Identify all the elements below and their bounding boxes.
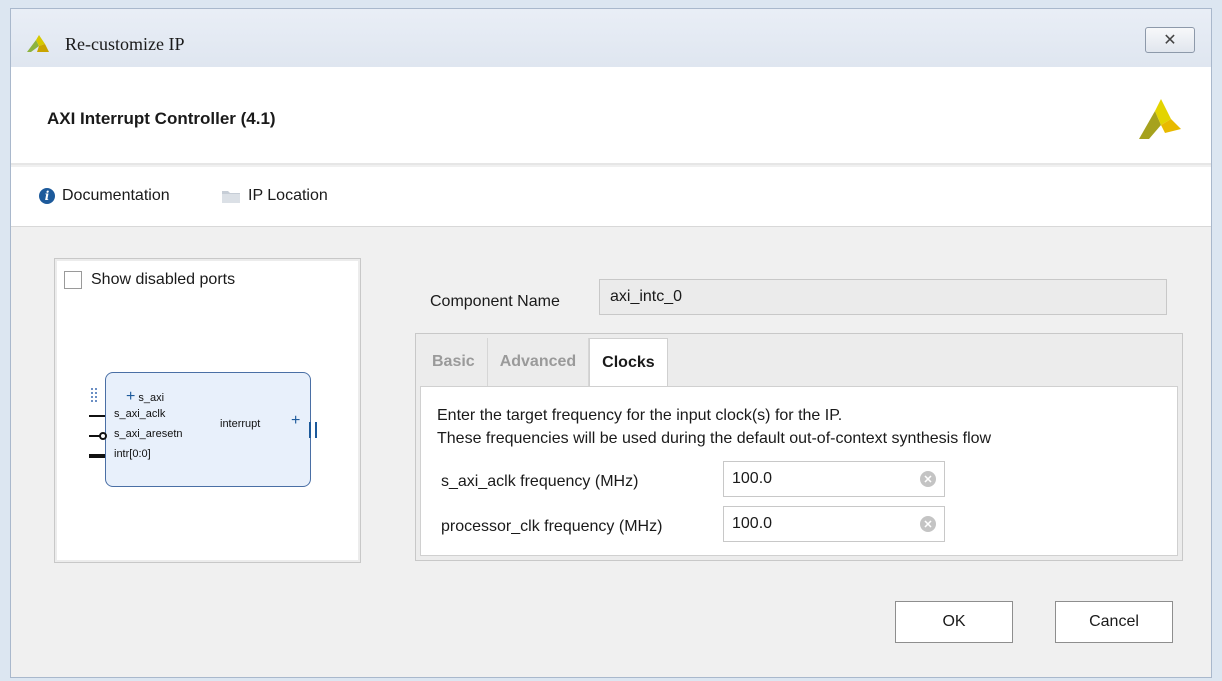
clear-icon[interactable]: ✕ <box>920 471 936 487</box>
intr-stub <box>89 454 105 458</box>
port-intr: intr[0:0] <box>114 448 151 460</box>
s-axi-aclk-frequency-label: s_axi_aclk frequency (MHz) <box>441 473 639 490</box>
close-icon: ✕ <box>1163 32 1177 49</box>
port-s-axi-aresetn: s_axi_aresetn <box>114 428 183 440</box>
config-tab-panel: Basic Advanced Clocks Enter the target f… <box>415 333 1183 561</box>
documentation-label: Documentation <box>62 187 170 204</box>
clocks-description-line1: Enter the target frequency for the input… <box>437 407 843 424</box>
checkbox-box[interactable] <box>64 271 82 289</box>
interrupt-bus-stub-icon <box>309 422 317 438</box>
ip-location-link[interactable]: IP Location <box>221 187 328 205</box>
ok-button[interactable]: OK <box>895 601 1013 643</box>
window-title: Re-customize IP <box>65 34 185 54</box>
tab-basic[interactable]: Basic <box>420 338 488 386</box>
links-bar: i Documentation IP Location <box>11 167 1211 227</box>
ip-title: AXI Interrupt Controller (4.1) <box>47 109 276 128</box>
component-name-field[interactable]: axi_intc_0 <box>599 279 1167 315</box>
cancel-button[interactable]: Cancel <box>1055 601 1173 643</box>
s-axi-bus-stub-icon <box>91 388 97 402</box>
aresetn-bubble-icon <box>99 432 107 440</box>
processor-clk-frequency-label: processor_clk frequency (MHz) <box>441 518 663 535</box>
show-disabled-ports-checkbox[interactable]: Show disabled ports <box>64 271 235 289</box>
symbol-preview-panel: Show disabled ports + s_axi s_axi_aclk s… <box>54 258 361 563</box>
title-bar: Re-customize IP ✕ <box>11 9 1211 67</box>
clocks-tab-content: Enter the target frequency for the input… <box>420 386 1178 556</box>
show-disabled-ports-label: Show disabled ports <box>91 271 236 288</box>
s-axi-aclk-stub <box>89 415 105 417</box>
tab-advanced[interactable]: Advanced <box>488 338 590 386</box>
xilinx-small-logo-icon <box>27 35 49 52</box>
ip-location-label: IP Location <box>248 187 328 204</box>
xilinx-logo-icon <box>1139 99 1181 139</box>
tab-bar: Basic Advanced Clocks <box>420 338 668 387</box>
port-s-axi-aclk: s_axi_aclk <box>114 408 166 420</box>
ip-header: AXI Interrupt Controller (4.1) <box>11 67 1211 165</box>
info-icon: i <box>39 188 55 204</box>
s-axi-aclk-frequency-value: 100.0 <box>732 470 773 487</box>
close-button[interactable]: ✕ <box>1145 27 1195 53</box>
folder-icon <box>222 191 240 203</box>
clear-icon[interactable]: ✕ <box>920 516 936 532</box>
processor-clk-frequency-value: 100.0 <box>732 515 773 532</box>
s-axi-aclk-frequency-input[interactable]: 100.0 ✕ <box>723 461 945 497</box>
port-interrupt: interrupt <box>220 418 261 430</box>
port-s-axi: + s_axi <box>126 388 165 405</box>
tab-clocks[interactable]: Clocks <box>589 338 668 387</box>
documentation-link[interactable]: i Documentation <box>39 187 170 205</box>
clocks-description-line2: These frequencies will be used during th… <box>437 430 992 447</box>
interrupt-bus-icon: + <box>291 412 301 429</box>
re-customize-ip-dialog: Re-customize IP ✕ AXI Interrupt Controll… <box>10 8 1212 678</box>
component-name-label: Component Name <box>430 293 560 310</box>
processor-clk-frequency-input[interactable]: 100.0 ✕ <box>723 506 945 542</box>
ip-symbol-block: + s_axi s_axi_aclk s_axi_aresetn intr[0:… <box>105 372 311 487</box>
